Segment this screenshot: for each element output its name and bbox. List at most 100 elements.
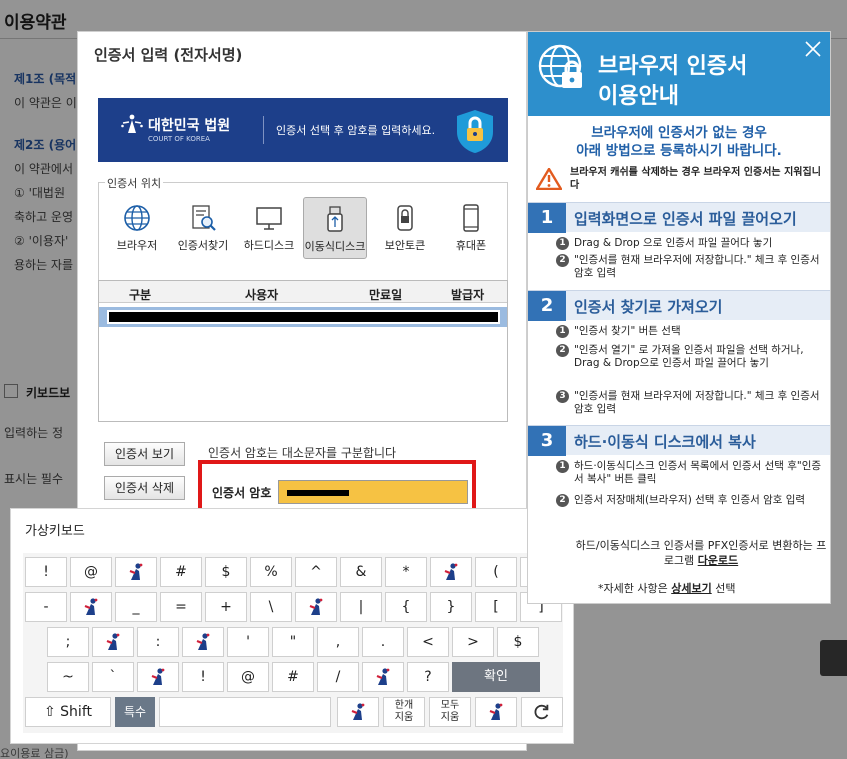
guide-intro-line2: 아래 방법으로 등록하시기 바랍니다. xyxy=(576,143,782,159)
symbol-key[interactable]: % xyxy=(250,557,292,587)
symbol-key[interactable]: | xyxy=(340,592,382,622)
figure-key[interactable] xyxy=(92,627,134,657)
location-browser[interactable]: 브라우저 xyxy=(105,197,169,259)
symbol-key[interactable]: { xyxy=(385,592,427,622)
step-badge-1: 1 xyxy=(556,237,569,250)
symbol-key[interactable]: : xyxy=(137,627,179,657)
symbol-key[interactable]: $ xyxy=(205,557,247,587)
symbol-key[interactable]: & xyxy=(340,557,382,587)
step-1-item-2: 2 "인증서를 현재 브라우저에 저장합니다." 체크 후 인증서 암호 입력 xyxy=(556,254,826,280)
phone-icon xyxy=(463,204,479,232)
guide-intro-line1: 브라우저에 인증서가 없는 경우 xyxy=(591,125,767,141)
details-link[interactable]: 상세보기 xyxy=(671,582,711,595)
location-label: 브라우저 xyxy=(116,239,158,252)
symbol-key[interactable]: * xyxy=(385,557,427,587)
figure-key[interactable] xyxy=(295,592,337,622)
warning-icon xyxy=(536,168,562,190)
court-name: 대한민국 법원 xyxy=(148,118,231,134)
symbol-key[interactable]: @ xyxy=(70,557,112,587)
symbol-key[interactable]: _ xyxy=(115,592,157,622)
figure-key[interactable] xyxy=(362,662,404,692)
step-3-item-2: 2 인증서 저장매체(브라우저) 선택 후 인증서 암호 입력 xyxy=(556,494,826,507)
location-removable-disk[interactable]: 이동식디스크 xyxy=(303,197,367,259)
step-1-item-1: 1 Drag & Drop 으로 인증서 파일 끌어다 놓기 xyxy=(556,237,826,250)
delete-one-line2: 지움 xyxy=(394,712,414,723)
download-link[interactable]: 다운로드 xyxy=(698,554,738,567)
column-header-user: 사용자 xyxy=(245,288,279,302)
virtual-keyboard: 가상키보드 !@#$%^&*()-_=+\|{}[];:'",.<>$~`!@#… xyxy=(10,508,574,744)
location-cert-search[interactable]: 인증서찾기 xyxy=(171,197,235,259)
symbol-key[interactable]: ! xyxy=(25,557,67,587)
symbol-key[interactable]: # xyxy=(160,557,202,587)
location-phone[interactable]: 휴대폰 xyxy=(439,197,503,259)
symbol-key[interactable]: ^ xyxy=(295,557,337,587)
location-label: 보안토큰 xyxy=(384,239,426,252)
symbol-key[interactable]: ! xyxy=(182,662,224,692)
symbol-key[interactable]: ~ xyxy=(47,662,89,692)
step-badge-2: 2 xyxy=(556,494,569,507)
table-row[interactable] xyxy=(99,307,507,327)
delete-all-key[interactable]: 모두 지움 xyxy=(429,697,471,727)
step-number: 3 xyxy=(528,426,566,456)
symbol-key[interactable]: + xyxy=(205,592,247,622)
more-info: *자세한 사항은 상세보기 선택 xyxy=(598,580,735,596)
redacted-cert-info xyxy=(107,310,500,324)
keyboard-keys: !@#$%^&*()-_=+\|{}[];:'",.<>$~`!@#/?확인⇧ … xyxy=(23,553,563,733)
symbol-key[interactable]: > xyxy=(452,627,494,657)
symbol-key[interactable]: " xyxy=(272,627,314,657)
location-security-token[interactable]: 보안토큰 xyxy=(373,197,437,259)
special-key[interactable]: 특수 xyxy=(115,697,155,727)
symbol-key[interactable]: ? xyxy=(407,662,449,692)
step-item-text: 하드·이동식디스크 인증서 목록에서 인증서 선택 후"인증서 복사" 버튼 클… xyxy=(574,460,822,485)
symbol-key[interactable]: - xyxy=(25,592,67,622)
figure-key[interactable] xyxy=(475,697,517,727)
step-badge-2: 2 xyxy=(556,254,569,267)
guide-header: 브라우저 인증서 이용안내 xyxy=(528,32,830,116)
location-hard-disk[interactable]: 하드디스크 xyxy=(237,197,301,259)
symbol-key[interactable]: , xyxy=(317,627,359,657)
figure-key[interactable] xyxy=(430,557,472,587)
spacebar-key[interactable] xyxy=(159,697,331,727)
symbol-key[interactable]: @ xyxy=(227,662,269,692)
location-label: 이동식디스크 xyxy=(304,240,366,253)
figure-key[interactable] xyxy=(115,557,157,587)
figure-key[interactable] xyxy=(70,592,112,622)
confirm-key[interactable]: 확인 xyxy=(452,662,540,692)
symbol-key[interactable]: ' xyxy=(227,627,269,657)
delete-one-key[interactable]: 한개 지움 xyxy=(383,697,425,727)
symbol-key[interactable]: < xyxy=(407,627,449,657)
symbol-key[interactable]: ; xyxy=(47,627,89,657)
symbol-key[interactable]: # xyxy=(272,662,314,692)
figure-key[interactable] xyxy=(182,627,224,657)
cache-warning: 브라우저 캐쉬를 삭제하는 경우 브라우저 인증서는 지워집니다 xyxy=(570,167,821,191)
symbol-key[interactable]: ( xyxy=(475,557,517,587)
step-item-text: "인증서 열기" 로 가져올 인증서 파일을 선택 하거나, Drag & Dr… xyxy=(574,344,804,369)
step-item-text: 인증서 저장매체(브라우저) 선택 후 인증서 암호 입력 xyxy=(574,494,806,506)
step-item-text: Drag & Drop 으로 인증서 파일 끌어다 놓기 xyxy=(574,237,773,249)
symbol-key[interactable]: } xyxy=(430,592,472,622)
usb-icon xyxy=(327,206,343,232)
figure-key[interactable] xyxy=(337,697,379,727)
figure-key[interactable] xyxy=(137,662,179,692)
view-cert-button[interactable]: 인증서 보기 xyxy=(104,442,186,466)
blank-figure-icon xyxy=(444,563,458,580)
step-item-text: "인증서를 현재 브라우저에 저장합니다." 체크 후 인증서 암호 입력 xyxy=(574,390,820,415)
symbol-key[interactable]: . xyxy=(362,627,404,657)
symbol-key[interactable]: = xyxy=(160,592,202,622)
shift-key[interactable]: ⇧ Shift xyxy=(25,697,111,727)
symbol-key[interactable]: / xyxy=(317,662,359,692)
pfx-converter-note: 하드/이동식디스크 인증서를 PFX인증서로 변환하는 프로그램 다운로드 xyxy=(572,538,830,568)
symbol-key[interactable]: \ xyxy=(250,592,292,622)
symbol-key[interactable]: $ xyxy=(497,627,539,657)
step-item-text: "인증서 찾기" 버튼 선택 xyxy=(574,325,681,337)
blank-figure-icon xyxy=(106,633,120,650)
password-input[interactable] xyxy=(278,480,468,504)
delete-cert-button[interactable]: 인증서 삭제 xyxy=(104,476,186,500)
step-badge-2: 2 xyxy=(556,344,569,357)
more-prefix: *자세한 사항은 xyxy=(598,582,668,595)
symbol-key[interactable]: [ xyxy=(475,592,517,622)
column-header-type: 구분 xyxy=(129,288,152,302)
close-icon[interactable] xyxy=(804,40,822,58)
symbol-key[interactable]: ` xyxy=(92,662,134,692)
refresh-key[interactable] xyxy=(521,697,563,727)
